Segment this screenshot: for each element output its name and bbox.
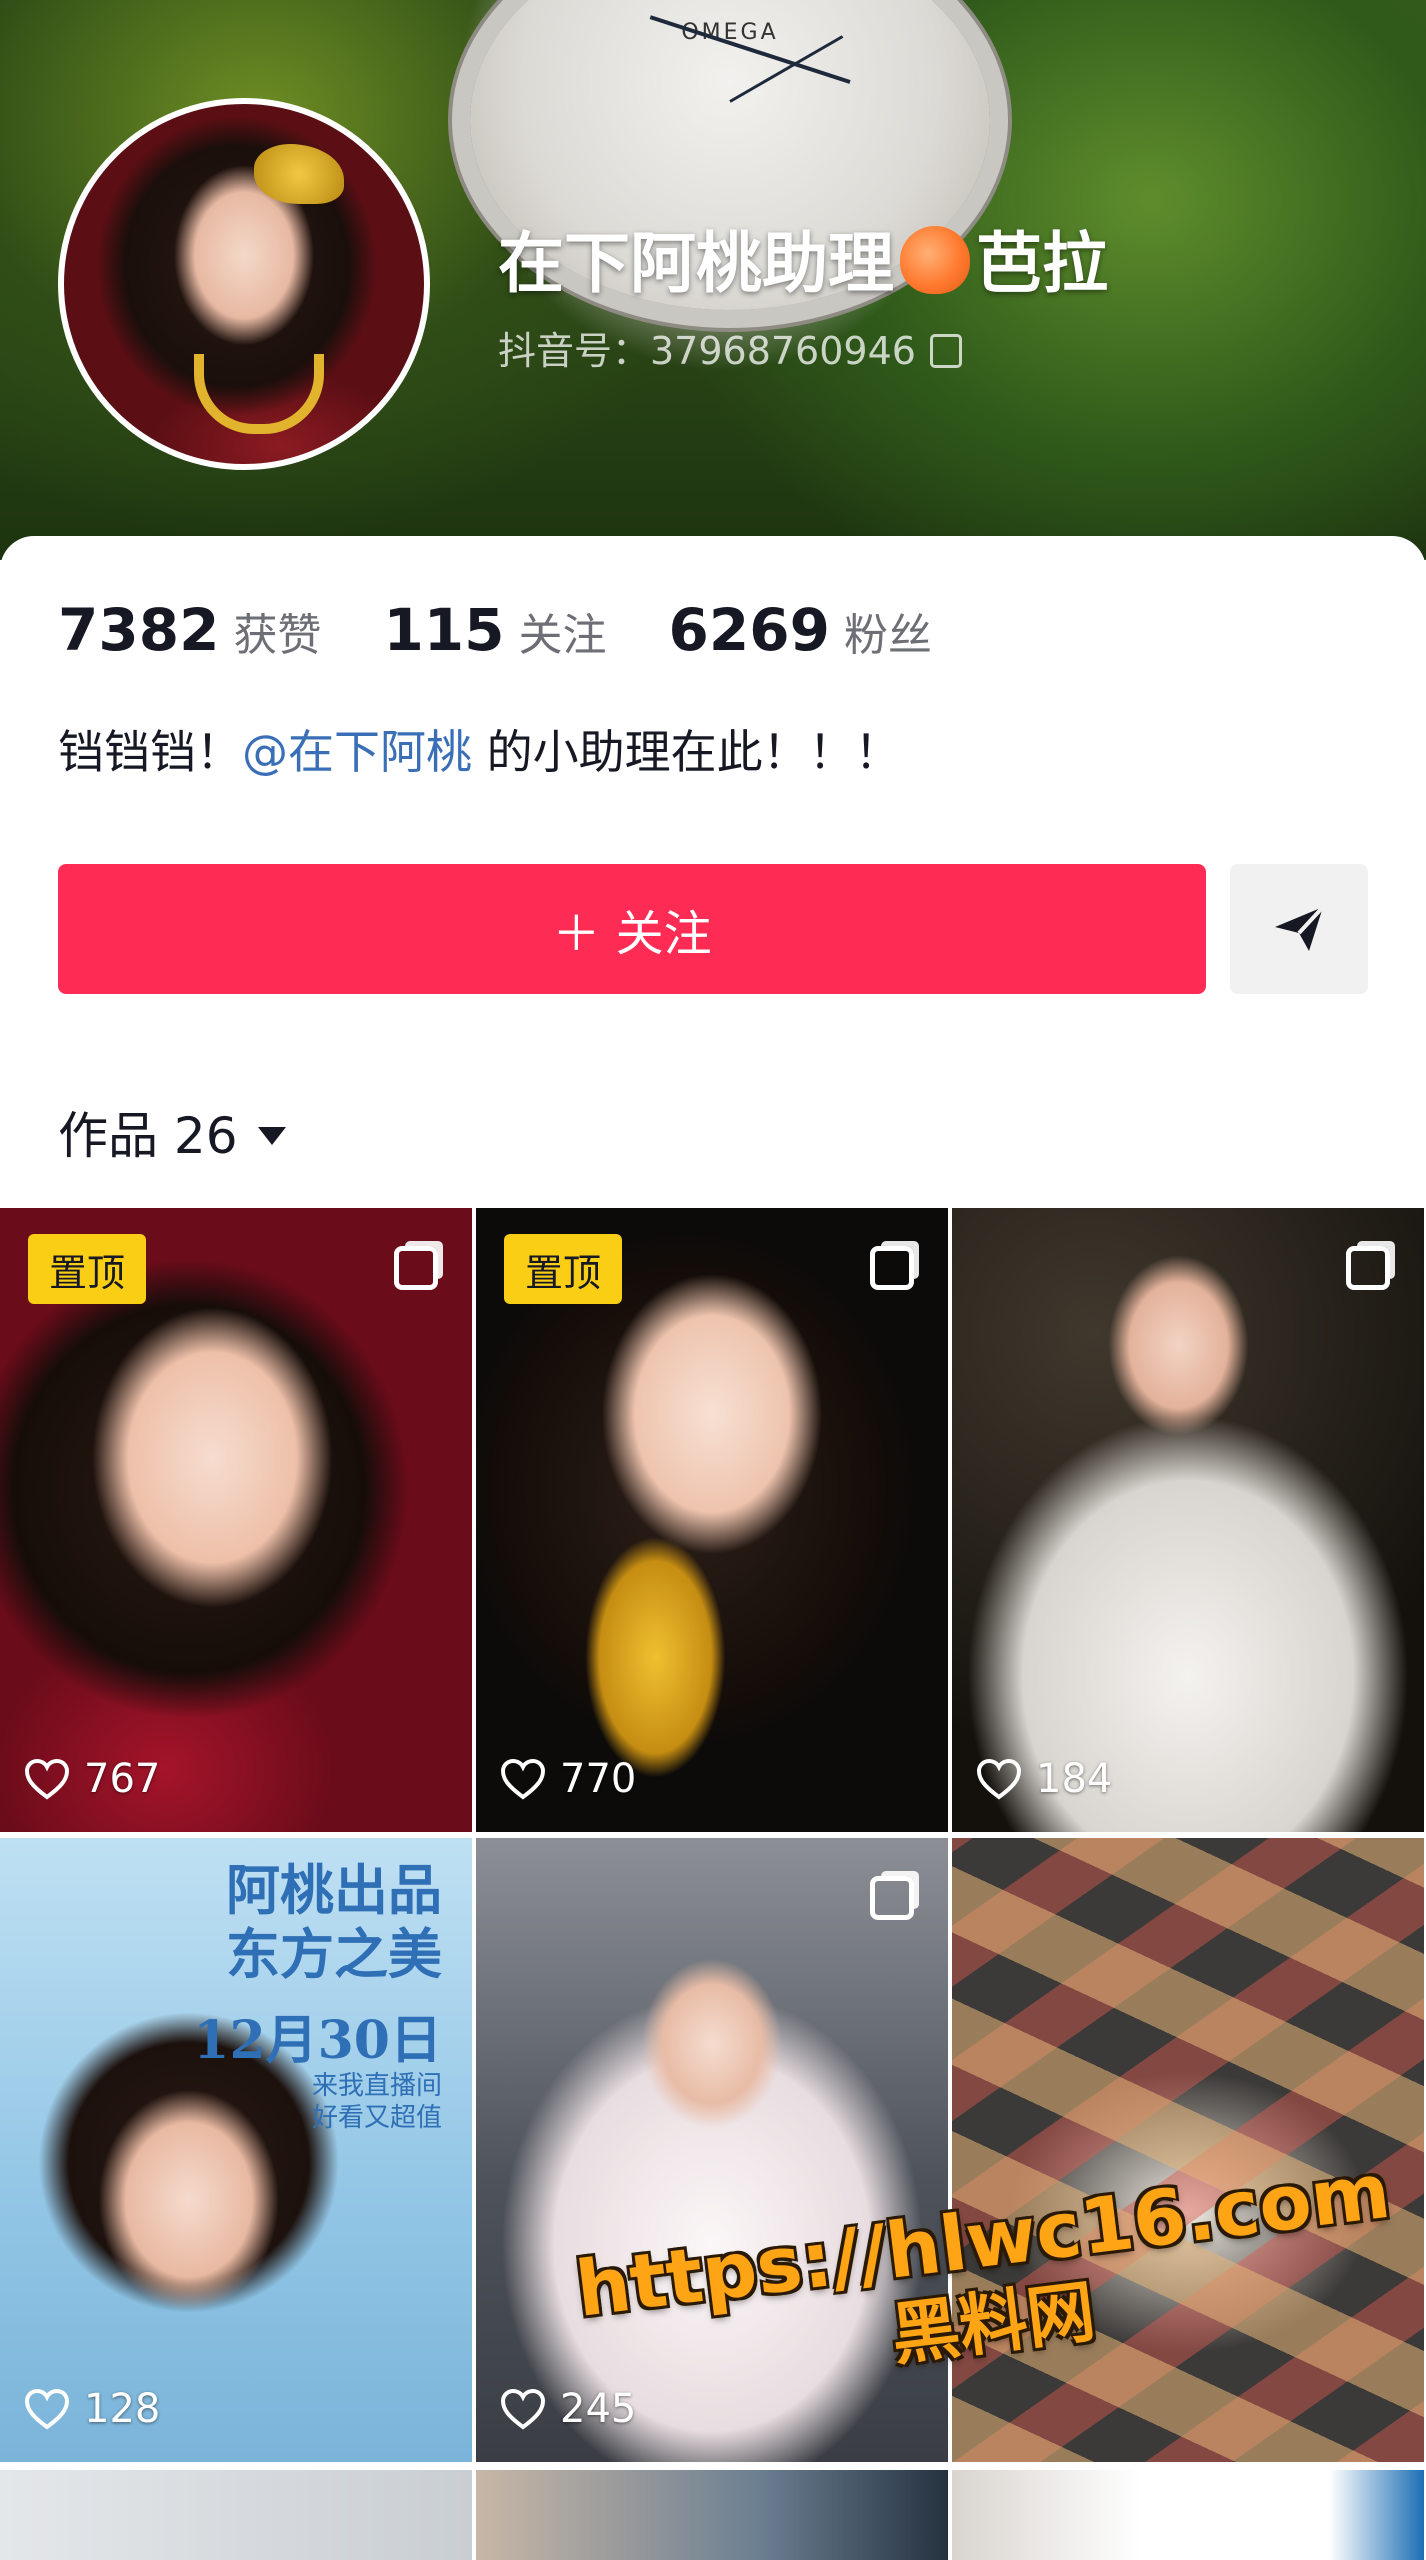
works-label: 作品 26 xyxy=(58,1107,238,1165)
profile-bio: 铛铛铛！@在下阿桃 的小助理在此！！！ xyxy=(58,716,901,782)
douyin-id[interactable]: 抖音号：37968760946 xyxy=(498,320,962,375)
profile-nickname: 在下阿桃助理 芭拉 xyxy=(498,210,1108,306)
poster-date: 12月30日 xyxy=(193,2010,442,2071)
likes-count: 7382 xyxy=(58,596,220,664)
post-tile[interactable]: 阿桃出品 东方之美 12月30日 来我直播间 好看又超值 128 xyxy=(0,1838,472,2462)
poster-title-line: 阿桃出品 xyxy=(226,1858,442,1922)
bio-suffix: 的小助理在此！！！ xyxy=(472,725,901,779)
following-count[interactable]: 115 xyxy=(383,596,504,664)
follow-button-label: ＋ 关注 xyxy=(552,906,712,962)
peach-icon xyxy=(900,226,970,294)
post-likes: 767 xyxy=(24,1756,160,1802)
send-message-button[interactable] xyxy=(1230,864,1368,994)
send-icon xyxy=(1275,905,1325,951)
followers-count[interactable]: 6269 xyxy=(669,596,830,664)
post-likes-count: 770 xyxy=(560,1756,637,1802)
poster-title: 阿桃出品 东方之美 xyxy=(226,1858,442,1986)
avatar-crown xyxy=(254,144,344,204)
bio-mention-link[interactable]: @在下阿桃 xyxy=(242,725,472,779)
poster-title-line: 东方之美 xyxy=(226,1922,442,1986)
multi-image-icon xyxy=(870,1246,914,1290)
post-tile-partial[interactable] xyxy=(0,2470,472,2560)
post-likes-count: 128 xyxy=(84,2386,161,2432)
heart-icon xyxy=(500,2388,546,2430)
post-tile[interactable]: 置顶 767 xyxy=(0,1208,472,1832)
douyin-id-text: 抖音号：37968760946 xyxy=(498,329,916,373)
post-likes-count: 184 xyxy=(1036,1756,1113,1802)
profile-card: 7382 获赞 115 关注 6269 粉丝 铛铛铛！@在下阿桃 的小助理在此！… xyxy=(0,536,1426,1216)
post-tile-partial[interactable] xyxy=(476,2470,948,2560)
post-likes: 128 xyxy=(24,2386,160,2432)
bio-prefix: 铛铛铛！ xyxy=(58,725,242,779)
multi-image-icon xyxy=(1346,1246,1390,1290)
avatar[interactable] xyxy=(58,98,430,470)
works-tab[interactable]: 作品 26 xyxy=(58,1096,286,1168)
post-likes-count: 767 xyxy=(84,1756,161,1802)
likes-label: 获赞 xyxy=(233,610,322,661)
heart-icon xyxy=(24,2388,70,2430)
multi-image-icon xyxy=(394,1246,438,1290)
following-label[interactable]: 关注 xyxy=(519,599,607,663)
poster-subtitle-line: 来我直播间 xyxy=(311,2071,442,2101)
nickname-text: 在下阿桃助理 xyxy=(498,225,894,302)
copy-icon[interactable] xyxy=(929,334,962,368)
followers-label[interactable]: 粉丝 xyxy=(844,599,932,663)
heart-icon xyxy=(976,1758,1022,1800)
post-likes: 770 xyxy=(500,1756,636,1802)
avatar-necklace xyxy=(194,354,324,434)
poster-subtitle: 来我直播间 好看又超值 xyxy=(312,2070,442,2134)
dropdown-triangle-icon xyxy=(257,1127,286,1145)
pinned-badge: 置顶 xyxy=(504,1234,622,1304)
nickname-suffix: 芭拉 xyxy=(976,225,1108,302)
post-tile-partial[interactable] xyxy=(952,2470,1424,2560)
follow-button[interactable]: ＋ 关注 xyxy=(58,864,1206,994)
post-likes: 184 xyxy=(976,1756,1112,1802)
heart-icon xyxy=(500,1758,546,1800)
post-tile[interactable]: 置顶 770 xyxy=(476,1208,948,1832)
pinned-badge: 置顶 xyxy=(28,1234,146,1304)
heart-icon xyxy=(24,1758,70,1800)
profile-stats: 7382 获赞 115 关注 6269 粉丝 xyxy=(58,596,994,666)
post-tile[interactable]: 184 xyxy=(952,1208,1424,1832)
poster-subtitle-line: 好看又超值 xyxy=(311,2103,442,2133)
multi-image-icon xyxy=(870,1876,914,1920)
